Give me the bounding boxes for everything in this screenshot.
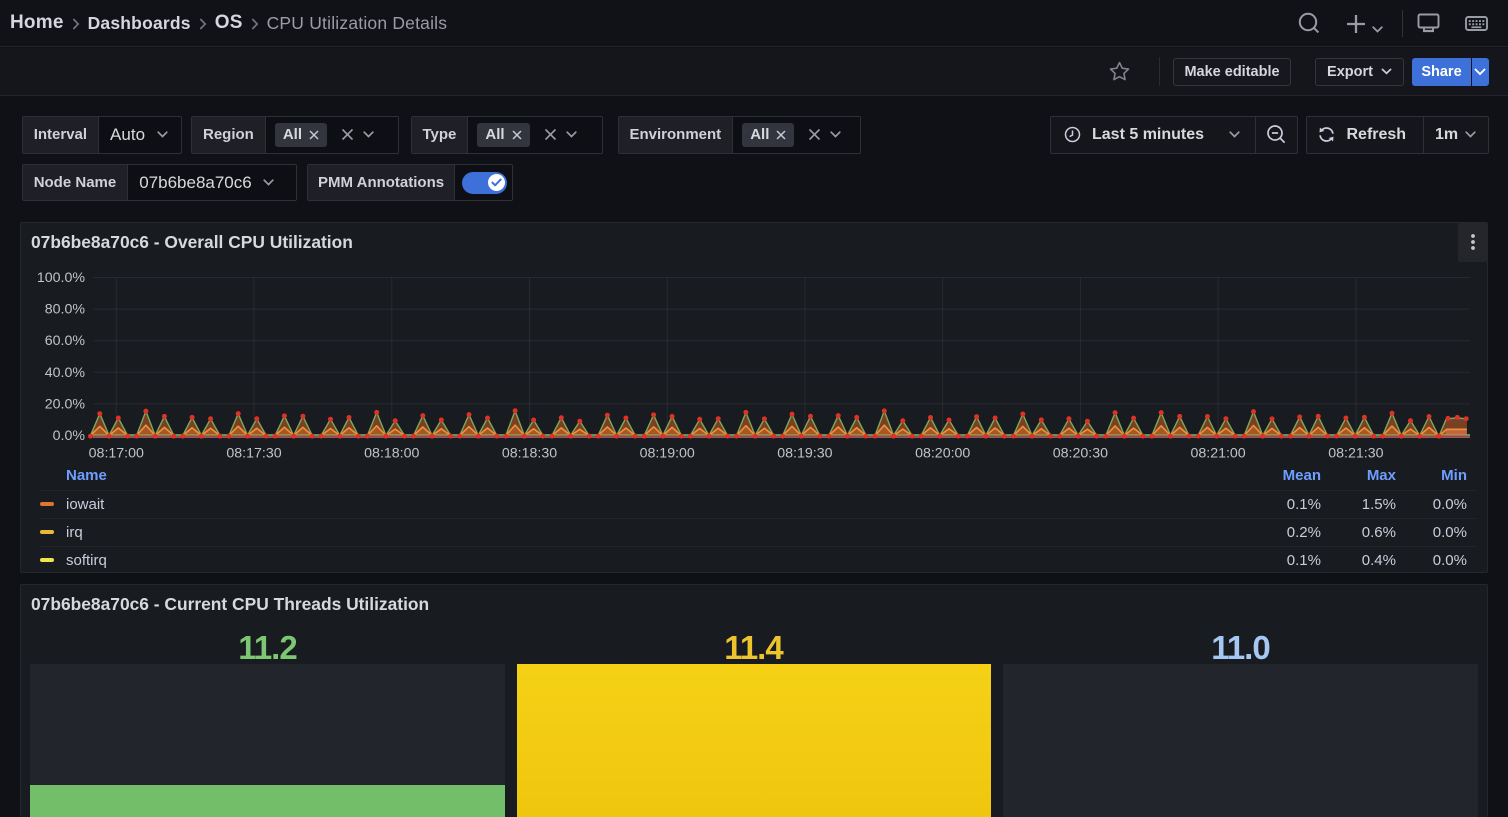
svg-text:08:17:00: 08:17:00 [89,445,144,461]
svg-text:08:20:30: 08:20:30 [1053,445,1108,461]
svg-text:40.0%: 40.0% [45,364,86,380]
svg-text:08:19:00: 08:19:00 [640,445,695,461]
svg-text:08:18:00: 08:18:00 [364,445,419,461]
svg-text:20.0%: 20.0% [45,396,86,412]
svg-text:08:21:00: 08:21:00 [1190,445,1245,461]
svg-text:08:18:30: 08:18:30 [502,445,557,461]
svg-text:08:20:00: 08:20:00 [915,445,970,461]
svg-text:60.0%: 60.0% [45,333,86,349]
svg-text:100.0%: 100.0% [37,270,86,286]
svg-text:08:17:30: 08:17:30 [226,445,281,461]
svg-text:08:21:30: 08:21:30 [1328,445,1383,461]
svg-text:80.0%: 80.0% [45,301,86,317]
svg-text:08:19:30: 08:19:30 [777,445,832,461]
svg-text:0.0%: 0.0% [53,428,86,444]
